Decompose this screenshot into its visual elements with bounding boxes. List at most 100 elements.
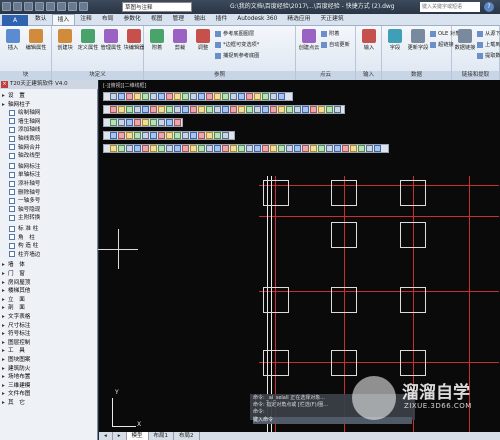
toolbar-tool-icon[interactable] <box>206 106 213 113</box>
toolbar-tool-icon[interactable] <box>158 145 165 152</box>
toolbar-tool-icon[interactable] <box>198 93 205 100</box>
toolbar-tool-icon[interactable] <box>270 106 277 113</box>
toolbar-tool-icon[interactable] <box>158 119 165 126</box>
menu-group[interactable]: ▸ 工 具 <box>2 347 96 356</box>
menu-item[interactable]: 轴网标注 <box>2 163 96 172</box>
column[interactable] <box>400 180 426 206</box>
toolbar-tool-icon[interactable] <box>214 145 221 152</box>
column[interactable] <box>400 287 426 313</box>
toolbar-tool-icon[interactable] <box>302 106 309 113</box>
toolbar-tool-icon[interactable] <box>214 132 221 139</box>
application-button[interactable]: A <box>2 15 28 26</box>
toolbar-tool-icon[interactable] <box>262 93 269 100</box>
open-file-icon[interactable] <box>24 2 33 11</box>
toolbar-tool-icon[interactable] <box>182 132 189 139</box>
menu-item[interactable]: 绘制轴网 <box>2 109 96 118</box>
toolbar-row-3[interactable] <box>103 118 183 127</box>
column[interactable] <box>263 287 289 313</box>
ribbon-tab[interactable]: 布局 <box>97 14 119 25</box>
menu-group[interactable]: ▸ 房间屋顶 <box>2 279 96 288</box>
redo-icon[interactable] <box>79 2 88 11</box>
toolbar-tool-icon[interactable] <box>126 119 133 126</box>
toolbar-tool-icon[interactable] <box>134 106 141 113</box>
ribbon-button[interactable]: 块编辑器 <box>123 29 145 51</box>
toolbar-row-2[interactable] <box>103 105 345 114</box>
toolbar-tool-icon[interactable] <box>294 145 301 152</box>
toolbar-tool-icon[interactable] <box>198 106 205 113</box>
toolbar-tool-icon[interactable] <box>238 145 245 152</box>
toolbar-tool-icon[interactable] <box>118 145 125 152</box>
menu-item[interactable]: 轴改线型 <box>2 152 96 161</box>
toolbar-tool-icon[interactable] <box>166 145 173 152</box>
ribbon-small-button[interactable]: 提取数据 <box>477 52 500 60</box>
menu-item[interactable]: 删除轴号 <box>2 189 96 198</box>
toolbar-tool-icon[interactable] <box>302 145 309 152</box>
menu-group[interactable]: ▸ 符号标注 <box>2 330 96 339</box>
toolbar-tool-icon[interactable] <box>166 119 173 126</box>
toolbar-tool-icon[interactable] <box>174 93 181 100</box>
toolbar-tool-icon[interactable] <box>254 106 261 113</box>
menu-group[interactable]: ▸ 尺寸标注 <box>2 322 96 331</box>
toolbar-tool-icon[interactable] <box>222 132 229 139</box>
toolbar-tool-icon[interactable] <box>262 145 269 152</box>
toolbar-tool-icon[interactable] <box>230 93 237 100</box>
ribbon-button[interactable]: 附着 <box>146 29 168 51</box>
ribbon-small-button[interactable]: 附着 <box>321 30 339 38</box>
toolbar-tool-icon[interactable] <box>190 145 197 152</box>
toolbar-tool-icon[interactable] <box>206 132 213 139</box>
ribbon-tab[interactable]: 输出 <box>189 14 211 25</box>
menu-item[interactable]: 一轴多号 <box>2 197 96 206</box>
save-as-icon[interactable] <box>46 2 55 11</box>
toolbar-tool-icon[interactable] <box>198 132 205 139</box>
toolbar-tool-icon[interactable] <box>326 106 333 113</box>
toolbar-row-1[interactable] <box>103 92 293 101</box>
toolbar-tool-icon[interactable] <box>182 93 189 100</box>
toolbar-tool-icon[interactable] <box>198 145 205 152</box>
ribbon-small-button[interactable]: 参考底图图层 <box>215 30 254 38</box>
toolbar-tool-icon[interactable] <box>190 132 197 139</box>
ribbon-tab[interactable]: 天正建筑 <box>315 14 348 25</box>
ribbon-tab[interactable]: 视图 <box>146 14 168 25</box>
save-icon[interactable] <box>35 2 44 11</box>
toolbar-tool-icon[interactable] <box>310 145 317 152</box>
menu-group[interactable]: ▸ 文字表格 <box>2 313 96 322</box>
axis-line[interactable] <box>259 291 499 292</box>
ribbon-tab[interactable]: 插入 <box>51 14 76 25</box>
toolbar-tool-icon[interactable] <box>110 93 117 100</box>
toolbar-tool-icon[interactable] <box>278 145 285 152</box>
ribbon-small-button[interactable]: 超链接 <box>430 41 454 49</box>
ribbon-button[interactable]: 定义属性 <box>77 29 99 51</box>
menu-group[interactable]: ▸ 墙 体 <box>2 261 96 270</box>
toolbar-tool-icon[interactable] <box>142 145 149 152</box>
menu-item[interactable]: 墙生轴网 <box>2 118 96 127</box>
toolbar-tool-icon[interactable] <box>142 106 149 113</box>
menu-group[interactable]: ▸ 其 它 <box>2 399 96 408</box>
toolbar-tool-icon[interactable] <box>214 106 221 113</box>
menu-group[interactable]: ▸ 门 窗 <box>2 270 96 279</box>
menu-item[interactable]: 添加轴线 <box>2 126 96 135</box>
toolbar-tool-icon[interactable] <box>254 93 261 100</box>
toolbar-tool-icon[interactable] <box>278 93 285 100</box>
column[interactable] <box>331 222 357 248</box>
ribbon-small-button[interactable]: 从源下载 <box>477 30 500 38</box>
axis-line[interactable] <box>259 362 499 363</box>
menu-group[interactable]: ▸ 三维建模 <box>2 382 96 391</box>
toolbar-tool-icon[interactable] <box>238 93 245 100</box>
toolbar-tool-icon[interactable] <box>190 106 197 113</box>
toolbar-tool-icon[interactable] <box>286 106 293 113</box>
menu-item[interactable]: 构 造 柱 <box>2 242 96 251</box>
toolbar-tool-icon[interactable] <box>134 93 141 100</box>
toolbar-tool-icon[interactable] <box>326 145 333 152</box>
ribbon-tab[interactable]: 注释 <box>75 14 97 25</box>
menu-item[interactable]: 轴网合并 <box>2 144 96 153</box>
toolbar-tool-icon[interactable] <box>174 119 181 126</box>
toolbar-tool-icon[interactable] <box>134 145 141 152</box>
toolbar-tool-icon[interactable] <box>310 106 317 113</box>
viewport-label[interactable]: [-][俯视][二维线框] <box>103 82 147 89</box>
ribbon-button[interactable]: 剪裁 <box>169 29 191 51</box>
column[interactable] <box>400 222 426 248</box>
toolbar-row-4[interactable] <box>103 131 235 140</box>
ribbon-button[interactable]: 输入 <box>358 29 380 51</box>
toolbar-tool-icon[interactable] <box>158 93 165 100</box>
ribbon-button[interactable]: 字段 <box>384 29 406 51</box>
